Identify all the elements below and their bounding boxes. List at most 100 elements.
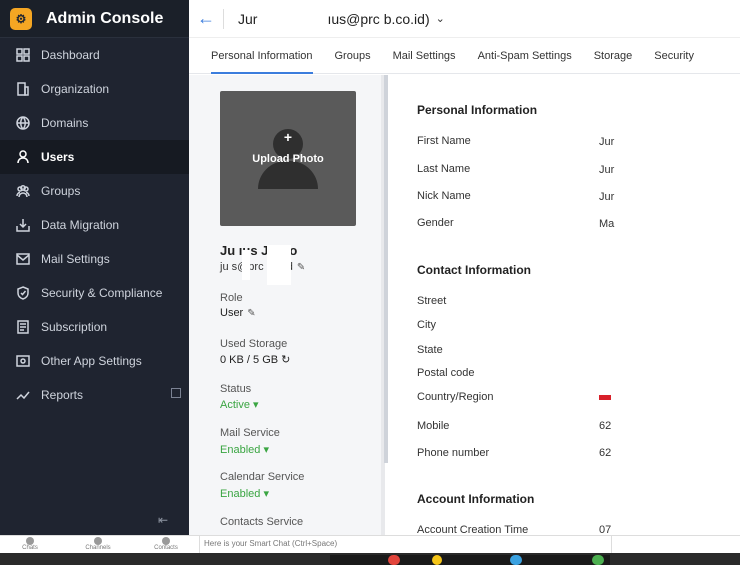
contacts-service-label: Contacts Service <box>220 516 304 528</box>
profile-panel: + Upload Photo Ju ıus Ju rto ju s@prc .c… <box>189 75 385 535</box>
contact-info-heading: Contact Information <box>417 263 531 277</box>
gear-logo-icon: ⚙ <box>10 7 32 30</box>
sidebar-item-label: Dashboard <box>41 48 100 62</box>
tab-anti-spam-settings[interactable]: Anti-Spam Settings <box>467 38 583 74</box>
nick-name-label: Nick Name <box>417 190 471 202</box>
caret-down-icon: ▾ <box>253 399 259 411</box>
contacts-icon <box>162 537 170 545</box>
building-icon <box>14 80 32 98</box>
external-link-icon[interactable] <box>171 388 181 398</box>
sidebar-item-security-compliance[interactable]: Security & Compliance <box>0 276 189 310</box>
sidebar: ⚙ Admin Console Dashboard Organization D… <box>0 0 189 535</box>
last-name-label: Last Name <box>417 163 471 175</box>
first-name-value: Jur <box>599 136 615 148</box>
mobile-value: 62 <box>599 420 612 432</box>
sidebar-item-label: Mail Settings <box>41 252 110 266</box>
app-title: Admin Console <box>46 9 164 27</box>
creation-time-value: 07 <box>599 524 612 535</box>
edge-icon[interactable] <box>510 555 522 565</box>
tab-groups[interactable]: Groups <box>324 38 382 74</box>
sidebar-item-label: Other App Settings <box>41 354 142 368</box>
redaction <box>242 250 250 280</box>
shield-icon <box>14 284 32 302</box>
sidebar-item-label: Organization <box>41 82 110 96</box>
phone-number-value: 62 <box>599 447 612 459</box>
brand: ⚙ Admin Console <box>0 0 189 38</box>
collapse-sidebar-icon[interactable]: ⇤ <box>158 513 174 527</box>
postal-code-label: Postal code <box>417 367 475 379</box>
tab-storage[interactable]: Storage <box>583 38 644 74</box>
tab-mail-settings[interactable]: Mail Settings <box>382 38 467 74</box>
nick-name-value: Jur <box>599 191 615 203</box>
sidebar-item-label: Users <box>41 150 75 164</box>
sidebar-item-dashboard[interactable]: Dashboard <box>0 38 189 72</box>
details-content: Personal Information First Name Jur Last… <box>389 75 740 535</box>
phone-number-label: Phone number <box>417 447 490 459</box>
apps-icon <box>14 352 32 370</box>
sidebar-item-subscription[interactable]: Subscription <box>0 310 189 344</box>
edit-email-icon[interactable]: ✎ <box>297 262 305 273</box>
chats-icon <box>26 537 34 545</box>
creation-time-label: Account Creation Time <box>417 524 529 535</box>
account-info-heading: Account Information <box>417 492 535 506</box>
app-icon[interactable] <box>592 555 604 565</box>
refresh-icon[interactable]: ↻ <box>281 354 290 366</box>
channels-button[interactable]: Channels <box>78 537 118 551</box>
sidebar-item-mail-settings[interactable]: Mail Settings <box>0 242 189 276</box>
mail-service-dropdown[interactable]: Enabled ▾ <box>220 443 269 456</box>
divider <box>223 8 224 29</box>
storage-value: 0 KB / 5 GB ↻ <box>220 354 291 366</box>
migration-icon <box>14 216 32 234</box>
country-region-label: Country/Region <box>417 391 494 403</box>
scrollbar[interactable] <box>384 75 388 463</box>
chat-bar: Chats Channels Contacts Here is your Sma… <box>0 535 740 553</box>
edit-role-icon[interactable]: ✎ <box>247 308 255 319</box>
taskbar-apps <box>330 555 610 565</box>
chats-button[interactable]: Chats <box>10 537 50 551</box>
chevron-down-icon[interactable]: ⌄ <box>436 12 445 25</box>
chrome-icon[interactable] <box>388 555 400 565</box>
sidebar-item-domains[interactable]: Domains <box>0 106 189 140</box>
tab-security[interactable]: Security <box>643 38 705 74</box>
user-icon <box>14 148 32 166</box>
street-label: Street <box>417 295 447 307</box>
plus-icon: + <box>283 129 293 145</box>
sidebar-item-label: Security & Compliance <box>41 286 163 300</box>
sidebar-item-label: Subscription <box>41 320 108 334</box>
role-label: Role <box>220 292 243 304</box>
calendar-service-dropdown[interactable]: Enabled ▾ <box>220 487 269 500</box>
sidebar-item-users[interactable]: Users <box>0 140 189 174</box>
profile-email: ju s@prc .co.id ✎ <box>220 261 306 273</box>
upload-photo-button[interactable]: + Upload Photo <box>220 91 356 226</box>
os-taskbar <box>0 553 740 565</box>
dashboard-icon <box>14 46 32 64</box>
user-title[interactable]: Jur ıus@prc b.co.id) <box>238 11 430 27</box>
sidebar-item-organization[interactable]: Organization <box>0 72 189 106</box>
top-bar: ← Jur ıus@prc b.co.id) ⌄ <box>189 0 740 38</box>
app-window: ⚙ Admin Console Dashboard Organization D… <box>0 0 740 565</box>
contacts-button[interactable]: Contacts <box>146 537 186 551</box>
sidebar-item-label: Domains <box>41 116 89 130</box>
caret-down-icon: ▾ <box>263 488 269 500</box>
sidebar-item-label: Groups <box>41 184 81 198</box>
sidebar-item-reports[interactable]: Reports <box>0 378 189 412</box>
smart-chat-input[interactable]: Here is your Smart Chat (Ctrl+Space) <box>199 536 612 553</box>
globe-icon <box>14 114 32 132</box>
sidebar-item-data-migration[interactable]: Data Migration <box>0 208 189 242</box>
sidebar-item-label: Reports <box>41 388 84 402</box>
sidebar-item-label: Data Migration <box>41 218 120 232</box>
status-dropdown[interactable]: Active ▾ <box>220 398 259 411</box>
channels-icon <box>94 537 102 545</box>
calendar-service-label: Calendar Service <box>220 471 305 483</box>
sidebar-item-other-app-settings[interactable]: Other App Settings <box>0 344 189 378</box>
sidebar-item-groups[interactable]: Groups <box>0 174 189 208</box>
caret-down-icon: ▾ <box>263 444 269 456</box>
back-arrow-icon[interactable]: ← <box>189 8 223 29</box>
mail-settings-icon <box>14 250 32 268</box>
upload-photo-label: Upload Photo <box>252 153 324 165</box>
tab-personal-information[interactable]: Personal Information <box>189 38 324 74</box>
subscription-icon <box>14 318 32 336</box>
personal-info-heading: Personal Information <box>417 103 538 117</box>
redaction <box>267 245 291 285</box>
folder-icon[interactable] <box>432 555 442 565</box>
